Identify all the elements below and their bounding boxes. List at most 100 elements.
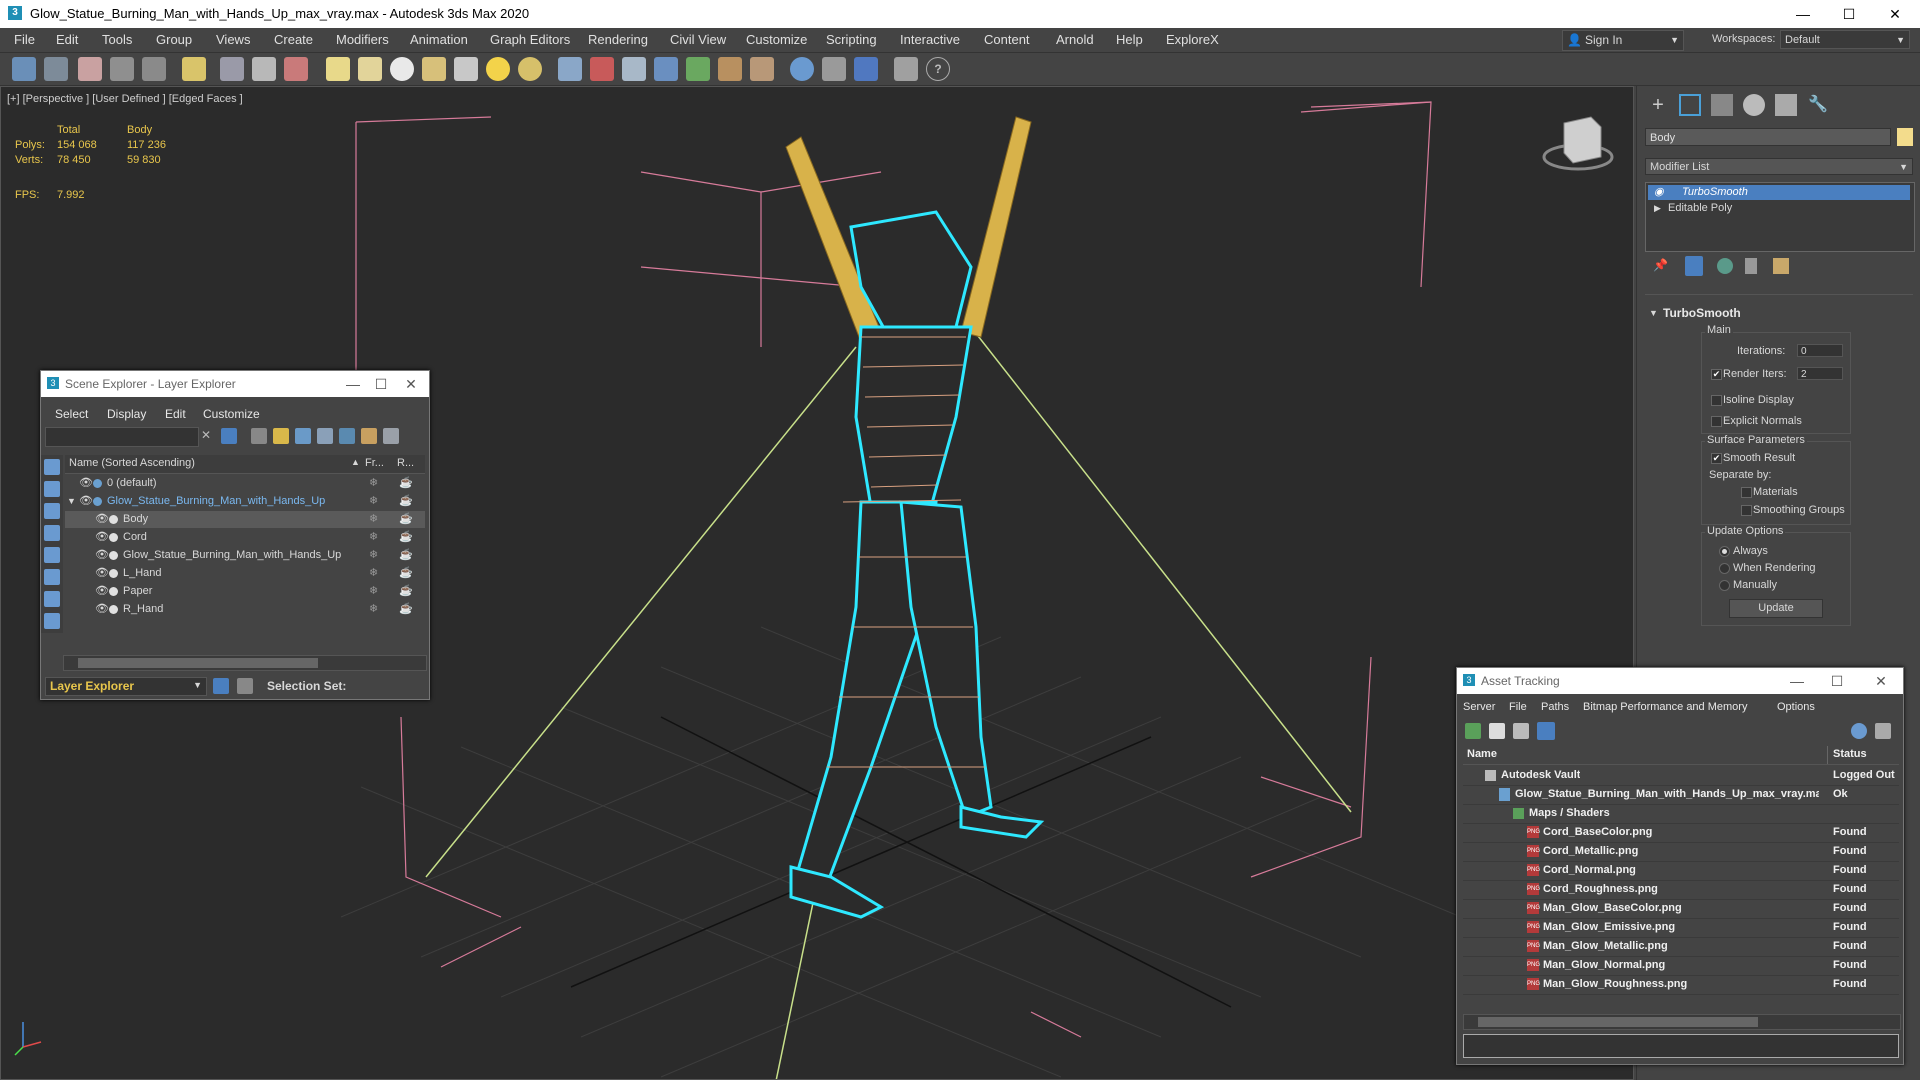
- freeze-icon[interactable]: ❄: [369, 547, 378, 564]
- freeze-icon[interactable]: ❄: [369, 511, 378, 528]
- rollout-collapse-icon[interactable]: ▼: [1649, 308, 1658, 318]
- table-row[interactable]: PNG Cord_Roughness.png Found: [1463, 880, 1899, 900]
- help-icon[interactable]: [1851, 723, 1867, 739]
- hierarchy-icon[interactable]: [317, 428, 333, 444]
- render-iters-spinner[interactable]: 2: [1797, 367, 1843, 380]
- freeze-icon[interactable]: ❄: [369, 493, 378, 510]
- table-row[interactable]: Autodesk Vault Logged Out: [1463, 766, 1899, 786]
- pin-stack-icon[interactable]: 📌: [1653, 258, 1668, 274]
- table-row[interactable]: 👁 0 (default) ❄ ☕: [65, 475, 425, 492]
- table-row[interactable]: 👁 Paper ❄ ☕: [65, 583, 425, 600]
- table-row[interactable]: 👁 Cord ❄ ☕: [65, 529, 425, 546]
- eye-icon[interactable]: ◉: [1654, 185, 1664, 200]
- workspaces-select[interactable]: Default ▼: [1780, 30, 1910, 49]
- menu-views[interactable]: Views: [216, 32, 250, 47]
- table-row[interactable]: PNG Man_Glow_Roughness.png Found: [1463, 975, 1899, 995]
- lights-filter-icon[interactable]: [44, 503, 60, 519]
- smoothing-groups-checkbox[interactable]: [1741, 505, 1752, 516]
- menu-tools[interactable]: Tools: [102, 32, 132, 47]
- renderable-icon[interactable]: ☕: [399, 583, 413, 600]
- expand-arrow-icon[interactable]: ▶: [1654, 201, 1661, 216]
- smooth-result-checkbox[interactable]: ✔: [1711, 453, 1722, 464]
- close-button[interactable]: ✕: [1867, 670, 1895, 692]
- create-sphere-icon[interactable]: [358, 57, 382, 81]
- material-editor-icon[interactable]: [750, 57, 774, 81]
- maximize-button[interactable]: ☐: [367, 373, 395, 395]
- open-explorer-icon[interactable]: [894, 57, 918, 81]
- clear-search-icon[interactable]: ✕: [201, 428, 211, 442]
- select-by-name-icon[interactable]: [252, 57, 276, 81]
- table-row[interactable]: PNG Man_Glow_Metallic.png Found: [1463, 937, 1899, 957]
- hair-and-fur-icon[interactable]: [686, 57, 710, 81]
- stack-item-editable-poly[interactable]: ▶ Editable Poly: [1648, 201, 1910, 216]
- menu-group[interactable]: Group: [156, 32, 192, 47]
- path-field[interactable]: [1463, 1034, 1899, 1058]
- freeze-icon[interactable]: ❄: [369, 565, 378, 582]
- renderable-icon[interactable]: ☕: [399, 601, 413, 618]
- column-status[interactable]: Status: [1833, 748, 1867, 760]
- update-always-radio[interactable]: [1719, 546, 1730, 557]
- create-torus-icon[interactable]: [422, 57, 446, 81]
- object-color-swatch[interactable]: [1897, 128, 1913, 146]
- rollout-title-turbosmooth[interactable]: TurboSmooth: [1663, 306, 1741, 320]
- modifier-list-dropdown[interactable]: Modifier List ▼: [1645, 158, 1913, 175]
- settings-icon[interactable]: [1875, 723, 1891, 739]
- stack-item-turbosmooth[interactable]: ◉ TurboSmooth: [1648, 185, 1910, 200]
- renderable-icon[interactable]: ☕: [399, 529, 413, 546]
- create-light-icon[interactable]: [486, 57, 510, 81]
- render-production-icon[interactable]: [854, 57, 878, 81]
- helpers-filter-icon[interactable]: [44, 547, 60, 563]
- xrefs-filter-icon[interactable]: [44, 613, 60, 629]
- refresh-icon[interactable]: [1465, 723, 1481, 739]
- layers-icon[interactable]: [295, 428, 311, 444]
- freeze-icon[interactable]: ❄: [369, 529, 378, 546]
- create-teapot-icon[interactable]: [518, 57, 542, 81]
- hierarchy-toggle-icon[interactable]: [237, 678, 253, 694]
- freeze-icon[interactable]: ❄: [369, 475, 378, 492]
- menu-customize[interactable]: Customize: [746, 32, 807, 47]
- menu-display[interactable]: Display: [107, 407, 146, 421]
- column-renderable[interactable]: R...: [397, 457, 414, 469]
- view-cube[interactable]: [1542, 116, 1614, 171]
- show-end-result-icon[interactable]: [1685, 256, 1703, 276]
- renderable-icon[interactable]: ☕: [399, 475, 413, 492]
- column-frozen[interactable]: Fr...: [365, 457, 384, 469]
- bind-space-warp-icon[interactable]: [142, 57, 166, 81]
- filter-icon[interactable]: [221, 428, 237, 444]
- shapes-filter-icon[interactable]: [44, 481, 60, 497]
- column-name[interactable]: Name: [1467, 748, 1497, 760]
- menu-create[interactable]: Create: [274, 32, 313, 47]
- highlight-icon[interactable]: [361, 428, 377, 444]
- freeze-icon[interactable]: ❄: [369, 601, 378, 618]
- array-icon[interactable]: [558, 57, 582, 81]
- hierarchy-tab-icon[interactable]: [1711, 94, 1733, 116]
- scene-explorer-titlebar[interactable]: 3 Scene Explorer - Layer Explorer — ☐ ✕: [41, 371, 429, 397]
- menu-options[interactable]: Options: [1777, 701, 1815, 713]
- iterations-spinner[interactable]: 0: [1797, 344, 1843, 357]
- create-tab-icon[interactable]: +: [1647, 94, 1669, 116]
- scrollbar-thumb[interactable]: [1478, 1017, 1758, 1027]
- render-iters-checkbox[interactable]: ✔: [1711, 369, 1722, 380]
- renderable-icon[interactable]: ☕: [399, 547, 413, 564]
- cameras-filter-icon[interactable]: [44, 525, 60, 541]
- search-input[interactable]: [45, 427, 199, 447]
- visibility-eye-icon[interactable]: 👁: [95, 565, 109, 582]
- list-view-icon[interactable]: [1489, 723, 1505, 739]
- table-row[interactable]: 👁 Glow_Statue_Burning_Man_with_Hands_Up ❄ ☕: [65, 547, 425, 564]
- menu-graph-editors[interactable]: Graph Editors: [490, 32, 570, 47]
- layers-toggle-icon[interactable]: [213, 678, 229, 694]
- help-icon[interactable]: ?: [926, 57, 950, 81]
- menu-animation[interactable]: Animation: [410, 32, 468, 47]
- freeze-icon[interactable]: ❄: [369, 583, 378, 600]
- table-row[interactable]: PNG Cord_Normal.png Found: [1463, 861, 1899, 881]
- table-row[interactable]: 👁 R_Hand ❄ ☕: [65, 601, 425, 618]
- horizontal-scrollbar[interactable]: [1463, 1014, 1901, 1030]
- detail-view-icon[interactable]: [1513, 723, 1529, 739]
- menu-content[interactable]: Content: [984, 32, 1030, 47]
- renderable-icon[interactable]: ☕: [399, 511, 413, 528]
- maximize-button[interactable]: ☐: [1826, 0, 1872, 28]
- table-view-icon[interactable]: [1537, 722, 1555, 740]
- table-row[interactable]: ▼ 👁 Glow_Statue_Burning_Man_with_Hands_Up ❄…: [65, 493, 425, 510]
- table-row[interactable]: 👁 Body ❄ ☕: [65, 511, 425, 528]
- minimize-button[interactable]: —: [1783, 670, 1811, 692]
